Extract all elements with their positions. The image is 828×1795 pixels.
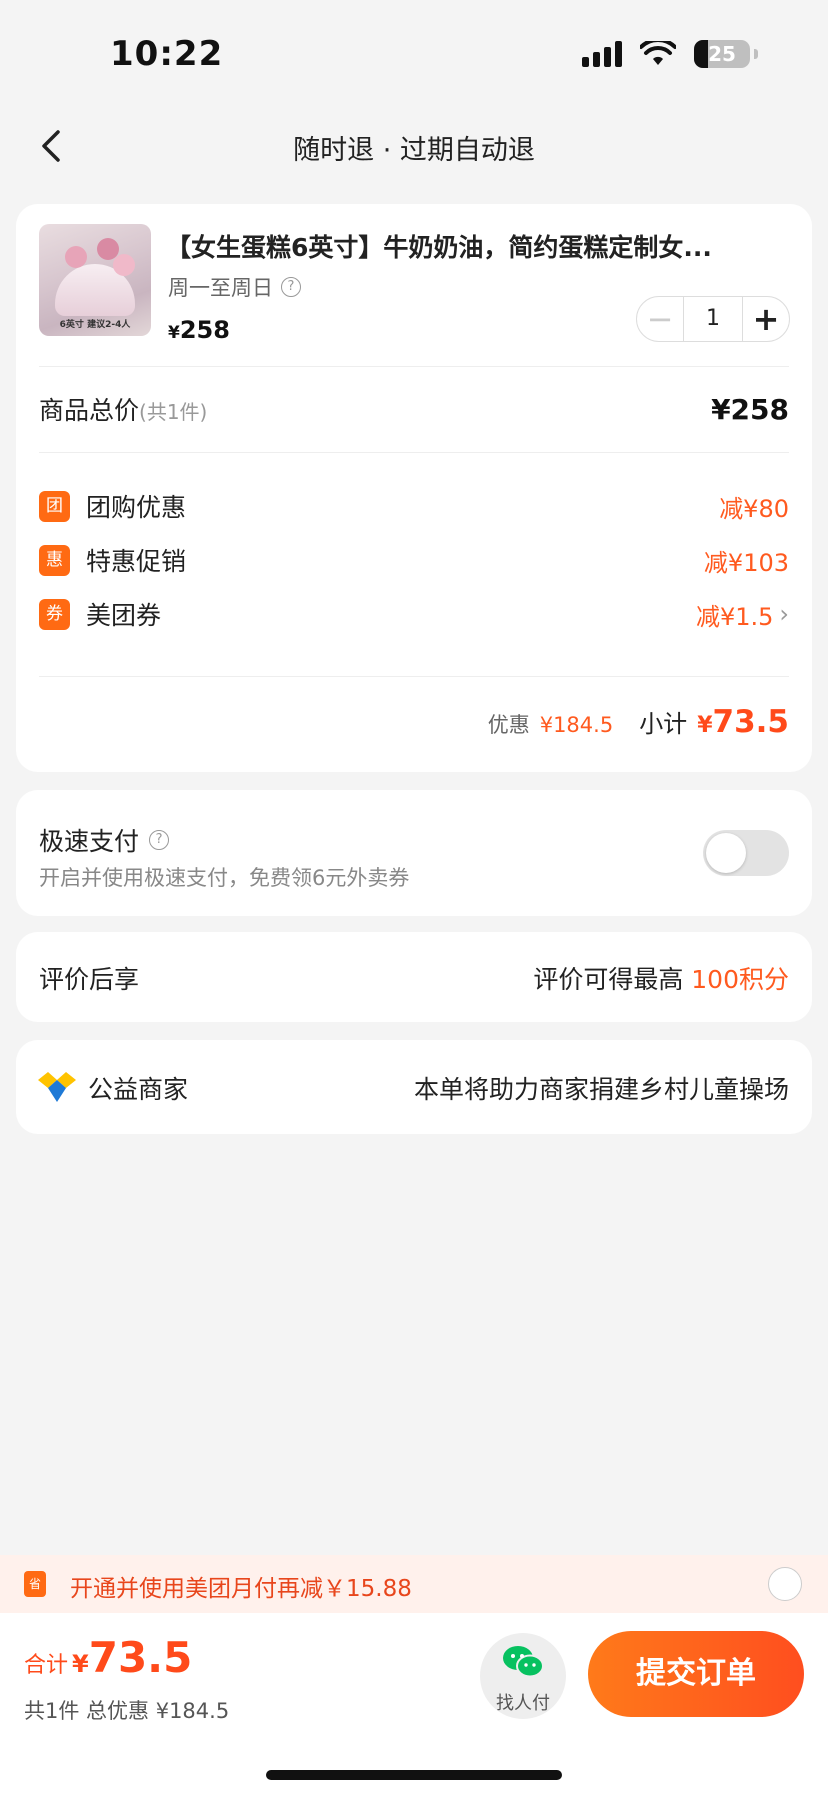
speed-pay-card: 极速支付 ? 开启并使用极速支付，免费领6元外卖券 [16, 790, 812, 916]
subtotal-label: 小计 [639, 710, 688, 738]
speed-pay-subtitle: 开启并使用极速支付，免费领6元外卖券 [39, 866, 410, 890]
product-price: ¥258 [168, 316, 230, 344]
increase-button[interactable]: + [743, 297, 789, 341]
discount-row-group-buy: 团 团购优惠 减¥80 [39, 486, 789, 526]
chevron-right-icon: › [779, 600, 789, 628]
home-indicator [266, 1770, 562, 1780]
status-icons: 25 [582, 40, 758, 68]
special-offer-badge-icon: 惠 [39, 544, 70, 576]
battery-nub [754, 49, 758, 59]
goods-total-label: 商品总价(共1件) [39, 391, 207, 427]
help-icon[interactable]: ? [281, 277, 301, 297]
page-title: 随时退 · 过期自动退 [293, 135, 535, 166]
product-image-caption: 6英寸 建议2-4人 [59, 320, 131, 330]
discount-name: 团购优惠 [86, 493, 187, 522]
coupon-badge-icon: 券 [39, 598, 70, 630]
product-card: 6英寸 建议2-4人 【女生蛋糕6英寸】牛奶奶油，简约蛋糕定制女... 周一至周… [16, 204, 812, 772]
quantity-value[interactable]: 1 [683, 297, 743, 341]
help-icon[interactable]: ? [149, 830, 170, 850]
divider [39, 366, 789, 367]
quantity-stepper: − 1 + [636, 296, 790, 342]
goods-total-row: 商品总价(共1件) ¥258 [39, 384, 789, 434]
product-image[interactable]: 6英寸 建议2-4人 [39, 224, 151, 336]
wechat-icon [503, 1646, 544, 1678]
subtotal-symbol: ¥ [697, 713, 713, 738]
friend-pay-button[interactable]: 找人付 [480, 1633, 566, 1719]
review-points: 100积分 [691, 965, 789, 994]
cellular-signal-icon [582, 41, 622, 67]
product-availability: 周一至周日 ? [168, 272, 301, 302]
group-buy-badge-icon: 团 [39, 490, 70, 522]
total-summary: 共1件 总优惠 ¥184.5 [24, 1699, 230, 1723]
save-badge-icon: 省 [24, 1571, 46, 1597]
status-time: 10:22 [110, 34, 224, 74]
total-amount: 合计 ¥ 73.5 [24, 1633, 192, 1682]
subtotal-row: 优惠 ¥184.5 小计 ¥73.5 [488, 704, 789, 740]
charity-label: 公益商家 [88, 1075, 189, 1104]
product-price-symbol: ¥ [168, 323, 180, 343]
total-symbol: ¥ [72, 1650, 89, 1678]
discount-total-label: 优惠 [487, 713, 530, 737]
product-price-value: 258 [179, 316, 230, 344]
speed-pay-title-row: 极速支付 ? [39, 822, 170, 858]
charity-card: 公益商家 本单将助力商家捐建乡村儿童操场 [16, 1040, 812, 1134]
speed-pay-title: 极速支付 [39, 827, 140, 856]
charity-heart-icon [38, 1072, 76, 1102]
decrease-button[interactable]: − [637, 297, 683, 341]
promo-text: 开通并使用美团月付再减￥15.88 [70, 1576, 412, 1602]
discount-value: 减¥1.5 [695, 602, 774, 631]
subtotal-amount: 73.5 [712, 704, 790, 740]
speed-pay-toggle[interactable] [703, 830, 789, 876]
battery-icon: 25 [694, 40, 750, 68]
discount-value: 减¥80 [719, 494, 789, 523]
subtotal-value: ¥73.5 [697, 704, 789, 740]
review-label: 评价后享 [39, 965, 140, 994]
discount-value: 减¥103 [703, 548, 789, 577]
nav-bar: 随时退 · 过期自动退 [0, 110, 828, 180]
submit-order-button[interactable]: 提交订单 [588, 1631, 804, 1717]
charity-text: 本单将助力商家捐建乡村儿童操场 [413, 1075, 789, 1104]
product-subtitle: 周一至周日 [168, 276, 273, 300]
product-title[interactable]: 【女生蛋糕6英寸】牛奶奶油，简约蛋糕定制女... [166, 228, 726, 264]
review-card: 评价后享 评价可得最高 100积分 [16, 932, 812, 1022]
status-bar: 10:22 25 [0, 0, 828, 100]
discount-name: 美团券 [86, 601, 162, 630]
divider [39, 452, 789, 453]
wifi-icon [640, 41, 676, 65]
friend-pay-label: 找人付 [496, 1693, 550, 1714]
review-reward: 评价可得最高 100积分 [533, 960, 789, 996]
promo-radio[interactable] [768, 1567, 802, 1601]
battery-level: 25 [708, 42, 736, 66]
goods-total-value: ¥258 [711, 392, 789, 426]
total-label: 合计 [24, 1653, 69, 1678]
discount-name: 特惠促销 [86, 547, 187, 576]
goods-count: (共1件) [139, 400, 208, 424]
monthly-pay-promo[interactable]: 省 开通并使用美团月付再减￥15.88 [0, 1555, 828, 1613]
discount-row-special: 惠 特惠促销 减¥103 [39, 540, 789, 580]
discount-total-value: ¥184.5 [539, 713, 614, 737]
total-value: 73.5 [88, 1633, 193, 1682]
review-prefix: 评价可得最高 [533, 965, 684, 994]
goods-total-label-text: 商品总价 [39, 396, 140, 425]
order-page: 10:22 25 随时退 · 过期自动退 6英寸 建议2-4人 【女生蛋糕6英寸… [0, 0, 828, 1795]
divider [39, 676, 789, 677]
discount-row-coupon[interactable]: 券 美团券 减¥1.5 › [39, 594, 789, 634]
checkout-bar: 合计 ¥ 73.5 共1件 总优惠 ¥184.5 找人付 提交订单 [0, 1613, 828, 1795]
